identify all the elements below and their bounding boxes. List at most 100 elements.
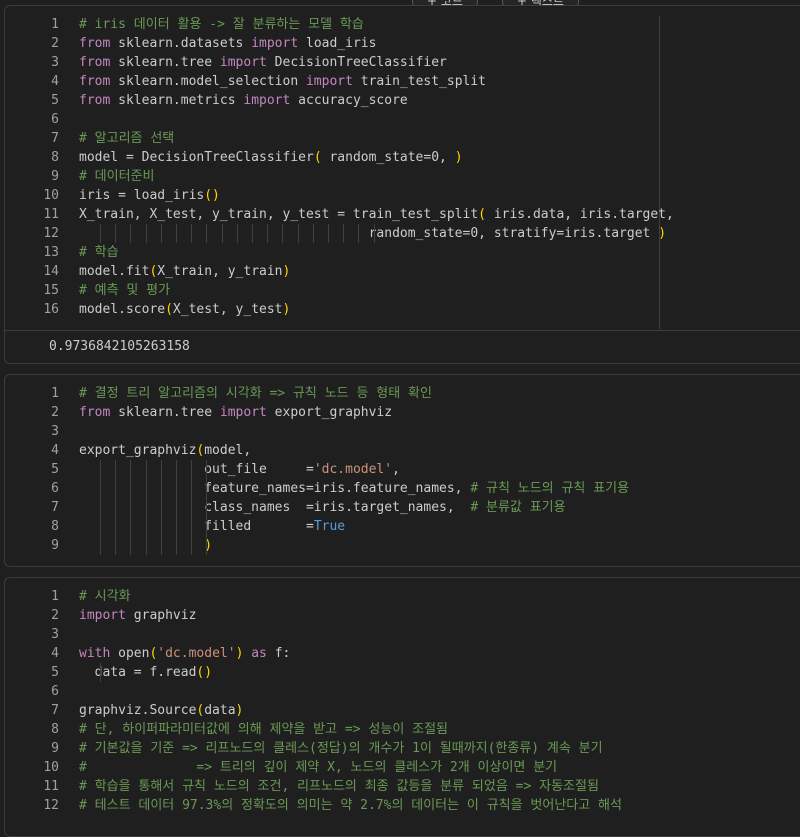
code-token: ( [165,302,173,317]
line-number: 5 [51,462,59,477]
code-editor[interactable]: 1 # 결정 트리 알고리즘의 시각화 => 규칙 노드 등 형태 확인 2 from… [5,375,800,555]
code-token: sklearn.tree [110,55,220,70]
code-token: feature_names=iris.feature_names, [79,481,471,496]
indent-guide [115,479,117,498]
indent-guide [130,479,132,498]
code-text: model = DecisionTreeClassifier( random_s… [79,148,463,167]
code-text: from sklearn.datasets import load_iris [79,34,376,53]
code-token: data = f.read [79,665,197,680]
code-cell-3[interactable]: 1 # 시각화 2 import graphviz 3 4 with open('dc.mo… [4,577,800,837]
code-token: from [79,93,111,108]
line-number: 5 [51,93,59,108]
code-token: X_train, y_train [157,264,283,279]
indent-guide [130,498,132,517]
indent-guide [100,663,101,682]
code-token: accuracy_score [290,93,408,108]
indent-guide [100,536,101,555]
code-cell-1[interactable]: 1 # iris 데이터 활용 -> 잘 분류하는 모델 학습 2 from skle… [4,5,800,364]
code-token: from [79,74,111,89]
line-number: 12 [43,798,59,813]
code-text: from sklearn.metrics import accuracy_sco… [79,91,408,110]
code-token: sklearn.datasets [110,36,252,51]
line-number: 8 [51,519,59,534]
line-number: 8 [51,150,59,165]
code-text: with open('dc.model') as f: [79,644,290,663]
line-number: 6 [51,684,59,699]
code-token: export_graphviz [79,443,197,458]
indent-guide [191,517,193,536]
code-editor[interactable]: 1 # 시각화 2 import graphviz 3 4 with open('dc.mo… [5,578,800,815]
code-token: ( [478,207,486,222]
code-line: 7 # 알고리즘 선택 [5,129,800,148]
code-token: model = DecisionTreeClassifier [79,150,314,165]
indent-guide [145,536,147,555]
code-line: 10 # => 트리의 깊이 제약 X, 노드의 클레스가 2개 이상이면 분기 [5,758,800,777]
code-text: # 단, 하이퍼파라미터값에 의해 제약을 받고 => 성능이 조절됨 [79,720,448,739]
code-text: filled =True [79,517,345,536]
code-token: export_graphviz [266,405,393,420]
line-number: 12 [43,226,59,241]
line-number: 11 [43,779,59,794]
code-text: from sklearn.tree import export_graphviz [79,403,392,422]
code-text: data = f.read() [79,663,212,682]
indent-guide [176,536,177,555]
code-token: graphviz.Source [79,703,197,718]
code-line: 2 import graphviz [5,606,800,625]
line-number: 2 [51,405,59,420]
code-text: from sklearn.model_selection import trai… [79,72,486,91]
code-line: 4 with open('dc.model') as f: [5,644,800,663]
code-text: # 데이터준비 [79,167,154,186]
code-token: ) [454,150,463,165]
line-number: 6 [51,481,59,496]
indent-guide [191,224,193,243]
indent-guide [115,224,117,243]
indent-guide [221,224,223,243]
code-text: X_train, X_test, y_train, y_test = train… [79,205,674,224]
line-number: 1 [51,386,59,401]
code-token: ) [282,302,291,317]
code-cell-2[interactable]: 1 # 결정 트리 알고리즘의 시각화 => 규칙 노드 등 형태 확인 2 from… [4,374,800,567]
line-number: 10 [43,188,59,203]
indent-guide [130,224,132,243]
code-token: from [79,405,111,420]
line-number: 2 [51,608,59,623]
indent-guide [115,498,117,517]
line-number: 4 [51,443,59,458]
code-line: 16 model.score(X_test, y_test) [5,300,800,319]
indent-guide [267,224,269,243]
line-number: 9 [51,169,59,184]
code-line: 1 # iris 데이터 활용 -> 잘 분류하는 모델 학습 [5,15,800,34]
indent-guide [176,498,177,517]
line-number: 14 [43,264,59,279]
code-line: 14 model.fit(X_train, y_train) [5,262,800,281]
code-token: sklearn.model_selection [110,74,306,89]
indent-guide [206,498,208,517]
indent-guide [160,498,162,517]
code-text: # 시각화 [79,587,131,606]
line-number: 15 [43,283,59,298]
indent-guide [191,479,193,498]
indent-guide [145,498,147,517]
indent-guide [100,498,101,517]
line-number: 2 [51,36,59,51]
indent-guide [328,224,329,243]
code-token: f: [266,646,291,661]
code-line: 8 filled =True [5,517,800,536]
code-text: # 알고리즘 선택 [79,129,174,148]
code-token: from [79,55,111,70]
code-text: # 결정 트리 알고리즘의 시각화 => 규칙 노드 등 형태 확인 [79,384,432,403]
code-token: import [79,608,126,623]
indent-guide [130,517,132,536]
code-line: 8 model = DecisionTreeClassifier( random_… [5,148,800,167]
code-editor[interactable]: 1 # iris 데이터 활용 -> 잘 분류하는 모델 학습 2 from skle… [5,6,800,330]
indent-guide [100,479,101,498]
code-text: # 예측 및 평가 [79,281,170,300]
indent-guide [373,224,375,243]
line-number: 1 [51,17,59,32]
code-token: # 학습 [79,245,119,260]
code-token: import [219,405,267,420]
line-number: 4 [51,74,59,89]
indent-guide [160,460,162,479]
indent-guide [145,460,147,479]
code-token: import [305,74,353,89]
